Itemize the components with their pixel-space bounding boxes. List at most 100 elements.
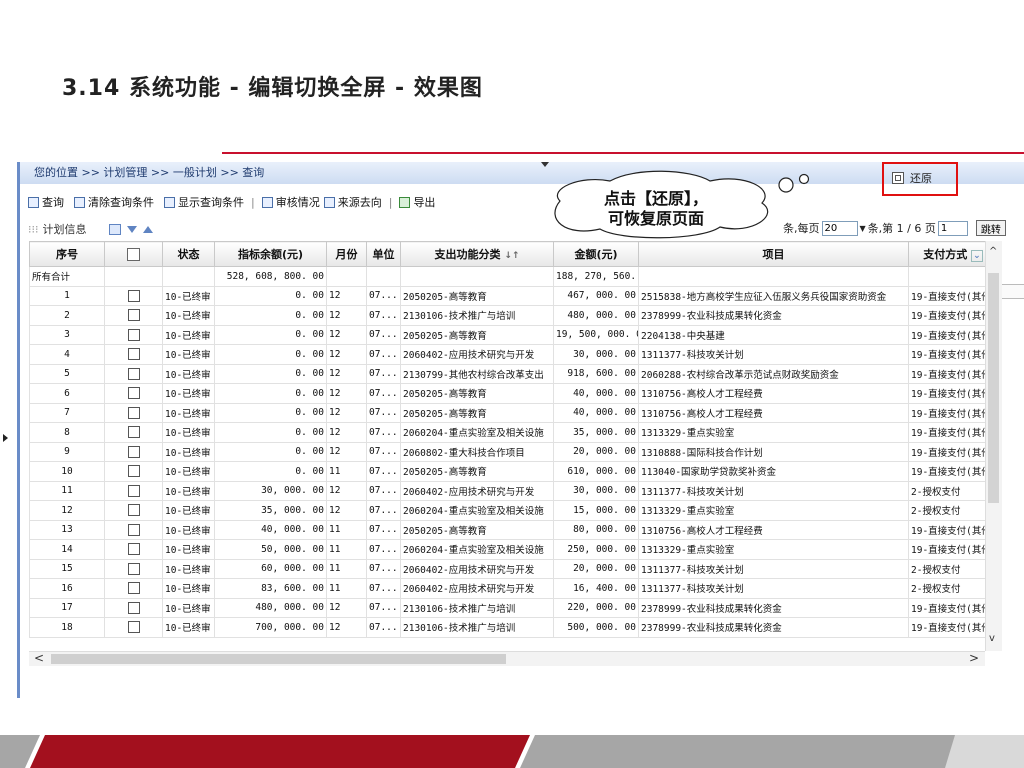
col-header-seq[interactable]: 序号 [29, 241, 105, 267]
row-checkbox[interactable] [127, 484, 140, 497]
table-row[interactable]: 12 10-已终审 35, 000. 00 12 07... 2060204-重点实验室及… [29, 500, 998, 521]
row-checkbox[interactable] [127, 543, 140, 556]
chevron-up-icon[interactable]: ^ [989, 246, 997, 257]
row-status: 10-已终审 [162, 578, 215, 599]
col-header-month[interactable]: 月份 [326, 241, 367, 267]
collapse-icon[interactable] [142, 225, 153, 233]
table-row[interactable]: 15 10-已终审 60, 000. 00 11 07... 2060402-应用技术研究… [29, 558, 998, 579]
left-arrow-icon[interactable] [3, 434, 8, 442]
pager: 条,每页 ▼ 条,第 1 / 6 页 跳转 [783, 220, 1006, 236]
query-button[interactable]: 查询 [28, 194, 64, 210]
row-checkbox[interactable] [127, 601, 140, 614]
chevron-right-icon[interactable]: > [969, 651, 979, 665]
col-header-unit[interactable]: 单位 [366, 241, 401, 267]
table-row[interactable]: 10 10-已终审 0. 00 11 07... 2050205-高等教育 610, 000… [29, 461, 998, 482]
table-row[interactable]: 3 10-已终审 0. 00 12 07... 2050205-高等教育 19, 500, … [29, 324, 998, 345]
col-header-select-all[interactable] [104, 241, 163, 267]
table-row[interactable]: 4 10-已终审 0. 00 12 07... 2060402-应用技术研究与开发 30, … [29, 344, 998, 365]
row-checkbox-cell [104, 324, 163, 345]
app-window: 您的位置 >> 计划管理 >> 一般计划 >> 查询 还原 查询 清除查询条件 … [17, 162, 1024, 698]
row-checkbox[interactable] [127, 426, 140, 439]
col-header-balance[interactable]: 指标余额(元) [214, 241, 327, 267]
row-amount: 20, 000. 00 [553, 441, 639, 462]
row-checkbox[interactable] [127, 523, 140, 536]
column-menu-icon[interactable]: ⌄ [971, 250, 983, 262]
row-amount: 220, 000. 00 [553, 597, 639, 618]
row-amount: 40, 000. 00 [553, 383, 639, 404]
restore-button[interactable]: 还原 [892, 170, 932, 186]
row-balance: 0. 00 [214, 363, 327, 384]
row-checkbox-cell [104, 344, 163, 365]
row-checkbox[interactable] [127, 406, 140, 419]
table-row[interactable]: 5 10-已终审 0. 00 12 07... 2130799-其他农村综合改革支出 918… [29, 363, 998, 384]
vertical-scroll-thumb[interactable] [988, 273, 999, 503]
col-header-status[interactable]: 状态 [162, 241, 215, 267]
horizontal-scrollbar[interactable]: < > [29, 651, 985, 666]
collapse-handle-icon[interactable] [541, 162, 549, 167]
select-all-checkbox[interactable] [127, 247, 140, 261]
row-unit: 07... [366, 519, 401, 540]
sort-icon[interactable]: ↓↑ [504, 251, 519, 261]
show-label: 显示查询条件 [178, 196, 244, 209]
table-row[interactable]: 9 10-已终审 0. 00 12 07... 2060802-重大科技合作项目 20, 0… [29, 441, 998, 462]
row-function: 2050205-高等教育 [400, 402, 554, 423]
table-row[interactable]: 1 10-已终审 0. 00 12 07... 2050205-高等教育 467, 000.… [29, 285, 998, 306]
row-checkbox[interactable] [127, 289, 140, 302]
row-project: 2378999-农业科技成果转化资金 [638, 597, 909, 618]
table-row[interactable]: 17 10-已终审 480, 000. 00 12 07... 2130106-技术推广与… [29, 597, 998, 618]
table-row[interactable]: 11 10-已终审 30, 000. 00 12 07... 2060402-应用技术研究… [29, 480, 998, 501]
row-checkbox[interactable] [127, 328, 140, 341]
row-checkbox[interactable] [127, 367, 140, 380]
per-page-input[interactable] [821, 220, 858, 236]
row-function: 2130106-技术推广与培训 [400, 305, 554, 326]
row-status: 10-已终审 [162, 402, 215, 423]
row-balance: 50, 000. 00 [214, 539, 327, 560]
table-row[interactable]: 18 10-已终审 700, 000. 00 12 07... 2130106-技术推广与… [29, 617, 998, 638]
chevron-left-icon[interactable]: < [34, 651, 44, 665]
columns-icon[interactable] [108, 223, 121, 235]
row-checkbox[interactable] [127, 562, 140, 575]
row-project: 2378999-农业科技成果转化资金 [638, 617, 909, 638]
table-row[interactable]: 2 10-已终审 0. 00 12 07... 2130106-技术推广与培训 480, 0… [29, 305, 998, 326]
table-row[interactable]: 6 10-已终审 0. 00 12 07... 2050205-高等教育 40, 000. … [29, 383, 998, 404]
row-checkbox[interactable] [127, 504, 140, 517]
row-checkbox[interactable] [127, 348, 140, 361]
page-input[interactable] [937, 220, 968, 236]
table-row[interactable]: 7 10-已终审 0. 00 12 07... 2050205-高等教育 40, 000. … [29, 402, 998, 423]
row-checkbox[interactable] [127, 387, 140, 400]
table-row[interactable]: 14 10-已终审 50, 000. 00 11 07... 2060204-重点实验室及… [29, 539, 998, 560]
grid-header-row: 序号 状态 指标余额(元) 月份 单位 支出功能分类 ↓↑ 金额(元) 项目 支… [29, 241, 998, 267]
row-seq: 18 [29, 617, 105, 638]
audit-button[interactable]: 审核情况 [261, 194, 320, 210]
table-row[interactable]: 16 10-已终审 83, 600. 00 11 07... 2060402-应用技术研究… [29, 578, 998, 599]
callout-line-2: 可恢复原页面 [607, 209, 704, 228]
row-checkbox[interactable] [127, 309, 140, 322]
clear-query-button[interactable]: 清除查询条件 [74, 194, 154, 210]
jump-button[interactable]: 跳转 [975, 220, 1006, 236]
row-checkbox[interactable] [127, 621, 140, 634]
row-month: 12 [326, 363, 367, 384]
col-header-amount[interactable]: 金额(元) [553, 241, 639, 267]
row-month: 12 [326, 441, 367, 462]
chevron-down-icon[interactable]: ▼ [860, 224, 866, 233]
row-checkbox[interactable] [127, 582, 140, 595]
table-row[interactable]: 13 10-已终审 40, 000. 00 11 07... 2050205-高等教育 80… [29, 519, 998, 540]
chevron-down-icon[interactable]: v [989, 633, 995, 644]
row-unit: 07... [366, 441, 401, 462]
export-button[interactable]: 导出 [399, 194, 435, 210]
col-header-function[interactable]: 支出功能分类 ↓↑ [400, 241, 554, 267]
show-query-button[interactable]: 显示查询条件 [164, 194, 244, 210]
row-checkbox[interactable] [127, 445, 140, 458]
row-balance: 0. 00 [214, 305, 327, 326]
flow-button[interactable]: 来源去向 [323, 194, 382, 210]
row-checkbox-cell [104, 617, 163, 638]
row-seq: 11 [29, 480, 105, 501]
vertical-scrollbar[interactable]: ^ v [985, 241, 1002, 651]
expand-icon[interactable] [126, 225, 137, 233]
row-amount: 250, 000. 00 [553, 539, 639, 560]
row-checkbox-cell [104, 402, 163, 423]
horizontal-scroll-thumb[interactable] [51, 654, 506, 664]
col-header-project[interactable]: 项目 [638, 241, 909, 267]
table-row[interactable]: 8 10-已终审 0. 00 12 07... 2060204-重点实验室及相关设施 35,… [29, 422, 998, 443]
row-checkbox[interactable] [127, 465, 140, 478]
